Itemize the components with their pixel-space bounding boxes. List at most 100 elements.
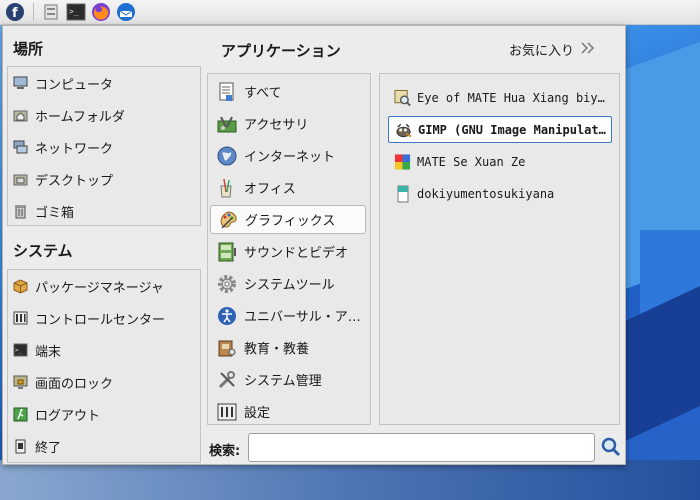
category-internet[interactable]: インターネット	[210, 141, 366, 170]
category-graphics[interactable]: グラフィックス	[210, 205, 366, 234]
terminal-icon[interactable]: >_	[65, 1, 87, 23]
system-item-label: 終了	[35, 440, 62, 456]
top-panel: f >_	[0, 0, 700, 25]
app-item-label: MATE Se Xuan Ze	[417, 154, 526, 169]
favorites-button[interactable]: お気に入り	[509, 40, 596, 59]
app-item-gimp[interactable]: GIMP (GNU Image Manipulat…	[388, 116, 612, 143]
category-office[interactable]: オフィス	[210, 173, 366, 202]
category-education[interactable]: 教育・教養	[210, 333, 366, 362]
system-item-logout[interactable]: ログアウト	[12, 400, 100, 428]
app-item-mate-color-picker[interactable]: MATE Se Xuan Ze	[388, 148, 612, 175]
system-item-terminal[interactable]: >_ 端末	[12, 336, 61, 364]
document-scanner-icon	[394, 185, 411, 202]
system-item-lock-screen[interactable]: 画面のロック	[12, 368, 113, 396]
category-all[interactable]: すべて	[210, 77, 366, 106]
category-administration[interactable]: システム管理	[210, 365, 366, 394]
all-apps-icon	[216, 81, 237, 102]
category-label: システム管理	[244, 374, 322, 389]
app-item-eye-of-mate[interactable]: Eye of MATE Hua Xiang biyua	[388, 84, 612, 111]
app-item-label: GIMP (GNU Image Manipulat…	[418, 122, 606, 137]
main-menu-window: 場所 コンピュータ ホームフォルダ ネットワーク デスクトップ ゴミ箱 システム…	[2, 25, 626, 465]
search-icon[interactable]	[601, 437, 621, 457]
office-icon	[216, 177, 237, 198]
app-item-label: Eye of MATE Hua Xiang biyua	[417, 90, 612, 105]
system-item-label: パッケージマネージャ	[35, 280, 164, 296]
svg-text:>_: >_	[69, 7, 79, 16]
category-label: 教育・教養	[244, 342, 310, 357]
wallpaper-shape	[0, 460, 700, 500]
system-item-label: ログアウト	[35, 408, 101, 424]
trash-icon	[12, 203, 29, 220]
places-item-desktop[interactable]: デスクトップ	[12, 165, 113, 193]
computer-icon	[12, 75, 29, 92]
places-item-label: ホームフォルダ	[35, 109, 125, 125]
shutdown-icon	[12, 438, 29, 455]
places-item-computer[interactable]: コンピュータ	[12, 69, 113, 97]
places-item-label: ゴミ箱	[35, 205, 75, 221]
logout-icon	[12, 406, 29, 423]
places-item-label: ネットワーク	[35, 141, 114, 157]
category-label: 設定	[244, 406, 271, 421]
category-label: すべて	[244, 86, 282, 101]
category-label: サウンドとビデオ	[244, 246, 349, 261]
system-item-label: 画面のロック	[35, 376, 114, 392]
home-folder-icon	[12, 107, 29, 124]
application-list: Eye of MATE Hua Xiang biyua GIMP (GNU Im…	[379, 73, 620, 425]
system-list: パッケージマネージャ コントロールセンター >_ 端末 画面のロック ログアウト…	[7, 269, 201, 463]
education-icon	[216, 337, 237, 358]
terminal-icon: >_	[12, 342, 29, 359]
file-manager-icon[interactable]	[40, 1, 62, 23]
desktop-folder-icon	[12, 171, 29, 188]
category-accessories[interactable]: アクセサリ	[210, 109, 366, 138]
package-icon	[12, 278, 29, 295]
system-item-label: コントロールセンター	[35, 312, 166, 328]
network-icon	[12, 139, 29, 156]
system-tools-gear-icon	[216, 273, 237, 294]
category-list: すべて アクセサリ インターネット オフィス グラフィックス サウンドとビデオ …	[207, 73, 371, 425]
settings-icon	[216, 401, 237, 422]
lock-screen-icon	[12, 374, 29, 391]
app-item-label: dokiyumentosukiyana	[417, 186, 555, 201]
system-item-label: 端末	[35, 344, 62, 360]
image-viewer-icon	[394, 89, 411, 106]
app-item-document-scanner[interactable]: dokiyumentosukiyana	[388, 180, 612, 207]
places-item-trash[interactable]: ゴミ箱	[12, 197, 74, 225]
system-item-shutdown[interactable]: 終了	[12, 432, 61, 460]
graphics-palette-icon	[217, 209, 238, 230]
category-label: インターネット	[244, 150, 336, 165]
color-picker-icon	[394, 153, 411, 170]
system-title: システム	[13, 242, 73, 260]
search-input[interactable]	[248, 433, 595, 462]
places-item-network[interactable]: ネットワーク	[12, 133, 113, 161]
administration-tools-icon	[216, 369, 237, 390]
category-label: グラフィックス	[245, 214, 336, 229]
search-label: 検索:	[209, 444, 241, 459]
category-universal-access[interactable]: ユニバーサル・ア…	[210, 301, 366, 330]
firefox-icon[interactable]	[90, 1, 112, 23]
category-settings[interactable]: 設定	[210, 397, 366, 426]
category-label: ユニバーサル・ア…	[244, 310, 361, 325]
universal-access-icon	[216, 305, 237, 326]
places-item-label: デスクトップ	[35, 173, 114, 189]
favorites-label: お気に入り	[509, 44, 575, 59]
thunderbird-icon[interactable]	[115, 1, 137, 23]
category-label: アクセサリ	[244, 118, 309, 133]
places-list: コンピュータ ホームフォルダ ネットワーク デスクトップ ゴミ箱	[7, 66, 201, 226]
system-item-package-manager[interactable]: パッケージマネージャ	[12, 272, 164, 300]
category-label: システムツール	[244, 278, 335, 293]
category-system-tools[interactable]: システムツール	[210, 269, 366, 298]
places-item-label: コンピュータ	[35, 77, 114, 93]
svg-text:f: f	[12, 6, 18, 21]
gimp-icon	[395, 121, 412, 138]
places-title: 場所	[13, 40, 44, 58]
internet-globe-icon	[216, 145, 237, 166]
accessories-icon	[216, 113, 237, 134]
system-item-control-center[interactable]: コントロールセンター	[12, 304, 165, 332]
svg-text:>_: >_	[15, 347, 23, 354]
category-sound-video[interactable]: サウンドとビデオ	[210, 237, 366, 266]
category-label: オフィス	[244, 182, 296, 197]
fedora-logo-icon[interactable]: f	[4, 1, 26, 23]
panel-separator	[33, 3, 34, 21]
places-item-home[interactable]: ホームフォルダ	[12, 101, 125, 129]
control-center-icon	[12, 310, 29, 327]
